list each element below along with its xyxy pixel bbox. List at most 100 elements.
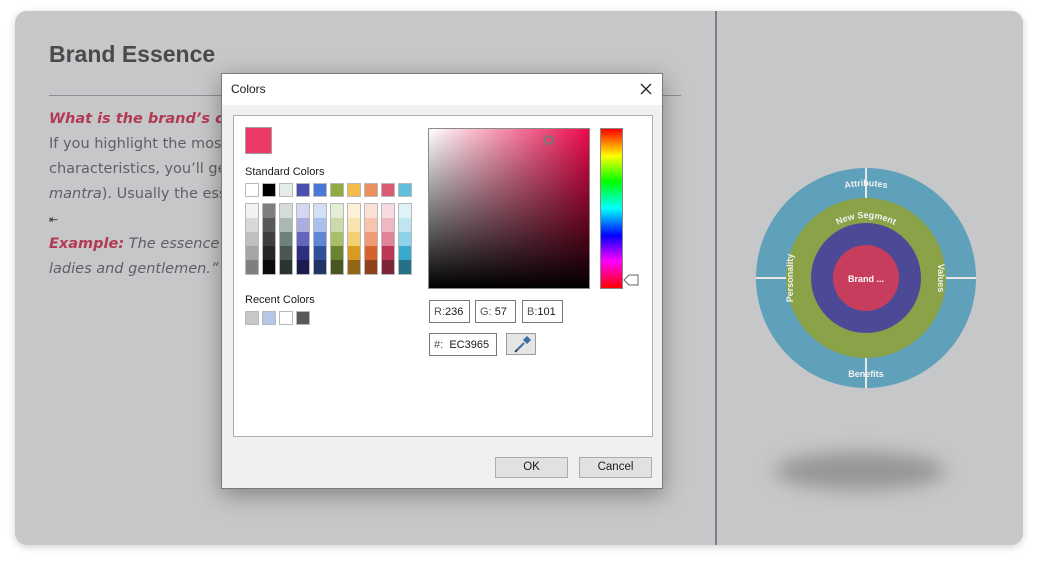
shade-swatch[interactable] <box>263 218 275 232</box>
hex-field[interactable]: #: EC3965 <box>429 333 497 356</box>
cancel-button[interactable]: Cancel <box>579 457 652 478</box>
shade-swatch[interactable] <box>348 232 360 246</box>
shade-swatch[interactable] <box>382 246 394 260</box>
shade-swatch[interactable] <box>399 204 411 218</box>
shade-column[interactable] <box>381 203 395 275</box>
recent-color-swatch[interactable] <box>279 311 293 325</box>
standard-color-swatch[interactable] <box>262 183 276 197</box>
shade-swatch[interactable] <box>297 260 309 274</box>
shade-column[interactable] <box>313 203 327 275</box>
saturation-value-picker[interactable] <box>428 128 590 289</box>
standard-color-swatch[interactable] <box>381 183 395 197</box>
shade-swatch[interactable] <box>263 260 275 274</box>
hex-value: EC3965 <box>449 339 490 351</box>
green-field[interactable]: G: 57 <box>475 300 516 323</box>
ok-button[interactable]: OK <box>495 457 568 478</box>
shade-swatch[interactable] <box>246 260 258 274</box>
example-label: Example: <box>49 236 125 252</box>
personality-label: Personality <box>785 254 795 303</box>
slide-title[interactable]: Brand Essence <box>49 41 215 68</box>
shade-swatch[interactable] <box>331 260 343 274</box>
hex-label: #: <box>434 339 444 351</box>
shade-swatch[interactable] <box>263 232 275 246</box>
shade-swatch[interactable] <box>331 246 343 260</box>
shade-column[interactable] <box>330 203 344 275</box>
blue-field[interactable]: B:101 <box>522 300 563 323</box>
red-field[interactable]: R:236 <box>429 300 470 323</box>
shade-swatch[interactable] <box>331 204 343 218</box>
standard-color-swatch[interactable] <box>245 183 259 197</box>
standard-color-swatch[interactable] <box>313 183 327 197</box>
shade-column[interactable] <box>279 203 293 275</box>
brand-essence-diagram[interactable]: Attributes Benefits Personality Values N… <box>746 158 986 398</box>
standard-color-swatch[interactable] <box>296 183 310 197</box>
shade-swatch[interactable] <box>365 204 377 218</box>
standard-color-swatch[interactable] <box>364 183 378 197</box>
shade-swatch[interactable] <box>280 204 292 218</box>
dialog-titlebar[interactable]: Colors <box>222 74 662 105</box>
shade-swatch[interactable] <box>331 232 343 246</box>
shade-column[interactable] <box>347 203 361 275</box>
shade-swatch[interactable] <box>382 204 394 218</box>
shade-swatch[interactable] <box>246 218 258 232</box>
shade-swatch[interactable] <box>365 246 377 260</box>
diagram-shadow <box>775 452 945 490</box>
shade-swatch[interactable] <box>280 218 292 232</box>
shade-swatch[interactable] <box>280 246 292 260</box>
shade-swatch[interactable] <box>280 232 292 246</box>
shade-swatch[interactable] <box>365 218 377 232</box>
recent-color-swatch[interactable] <box>245 311 259 325</box>
shade-swatch[interactable] <box>314 232 326 246</box>
shade-swatch[interactable] <box>263 246 275 260</box>
shade-swatch[interactable] <box>246 246 258 260</box>
blue-value: 101 <box>537 306 556 318</box>
shade-swatch[interactable] <box>365 232 377 246</box>
recent-color-swatch[interactable] <box>296 311 310 325</box>
shade-swatch[interactable] <box>314 204 326 218</box>
green-label: G: <box>480 306 492 318</box>
picker-cursor[interactable] <box>544 135 554 145</box>
close-icon <box>640 83 652 95</box>
close-button[interactable] <box>634 78 658 100</box>
hue-slider[interactable] <box>600 128 623 289</box>
shade-swatch[interactable] <box>399 218 411 232</box>
hue-slider-handle-icon[interactable] <box>623 274 639 286</box>
standard-color-swatch[interactable] <box>330 183 344 197</box>
eyedropper-button[interactable] <box>506 333 536 355</box>
recent-color-swatch[interactable] <box>262 311 276 325</box>
shade-swatch[interactable] <box>348 218 360 232</box>
shade-swatch[interactable] <box>297 232 309 246</box>
shade-swatch[interactable] <box>263 204 275 218</box>
shade-column[interactable] <box>296 203 310 275</box>
shade-swatch[interactable] <box>297 204 309 218</box>
shade-column[interactable] <box>245 203 259 275</box>
shade-swatch[interactable] <box>246 232 258 246</box>
shade-swatch[interactable] <box>382 232 394 246</box>
shade-column[interactable] <box>262 203 276 275</box>
standard-color-swatch[interactable] <box>347 183 361 197</box>
shade-column[interactable] <box>364 203 378 275</box>
shade-swatch[interactable] <box>297 246 309 260</box>
paragraph-mark-icon: ⇤ <box>49 213 59 226</box>
standard-color-swatch[interactable] <box>398 183 412 197</box>
shade-swatch[interactable] <box>314 218 326 232</box>
shade-swatch[interactable] <box>365 260 377 274</box>
shade-swatch[interactable] <box>280 260 292 274</box>
shade-swatch[interactable] <box>399 246 411 260</box>
shade-swatch[interactable] <box>348 204 360 218</box>
shade-column[interactable] <box>398 203 412 275</box>
shade-swatch[interactable] <box>331 218 343 232</box>
shade-swatch[interactable] <box>314 246 326 260</box>
brand-center-label: Brand ... <box>848 274 884 284</box>
shade-swatch[interactable] <box>399 260 411 274</box>
shade-swatch[interactable] <box>382 218 394 232</box>
shade-swatch[interactable] <box>297 218 309 232</box>
shade-swatch[interactable] <box>348 246 360 260</box>
shade-swatch[interactable] <box>246 204 258 218</box>
dialog-title: Colors <box>231 82 266 96</box>
standard-color-swatch[interactable] <box>279 183 293 197</box>
shade-swatch[interactable] <box>314 260 326 274</box>
shade-swatch[interactable] <box>399 232 411 246</box>
shade-swatch[interactable] <box>382 260 394 274</box>
shade-swatch[interactable] <box>348 260 360 274</box>
